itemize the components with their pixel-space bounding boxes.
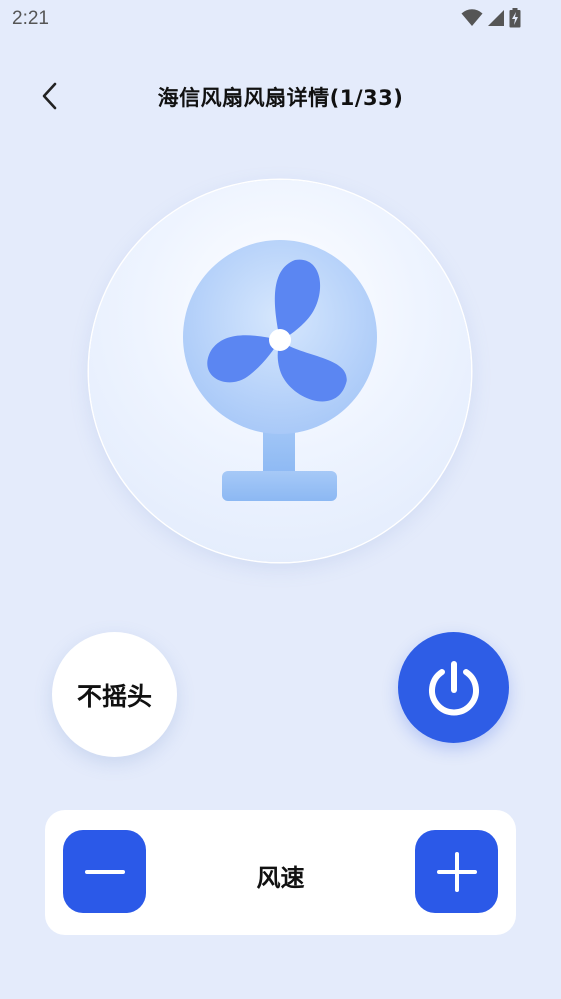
power-icon bbox=[428, 660, 479, 715]
status-bar: 2:21 bbox=[0, 0, 561, 40]
status-icons bbox=[461, 8, 521, 28]
desk-fan-icon bbox=[183, 240, 377, 501]
wifi-icon bbox=[461, 9, 483, 26]
battery-charging-icon bbox=[509, 8, 521, 28]
fan-display bbox=[89, 180, 471, 562]
plus-icon bbox=[436, 851, 477, 892]
speed-increase-button[interactable] bbox=[415, 830, 498, 913]
speed-panel: 风速 bbox=[45, 810, 516, 935]
header: 海信风扇风扇详情(1/33) bbox=[0, 70, 561, 122]
swing-label: 不摇头 bbox=[76, 681, 152, 711]
page-title: 海信风扇风扇详情(1/33) bbox=[157, 86, 404, 110]
swing-toggle-button[interactable]: 不摇头 bbox=[52, 632, 177, 757]
cellular-signal-icon bbox=[488, 10, 504, 26]
power-button[interactable] bbox=[398, 632, 509, 743]
status-time: 2:21 bbox=[12, 8, 49, 29]
